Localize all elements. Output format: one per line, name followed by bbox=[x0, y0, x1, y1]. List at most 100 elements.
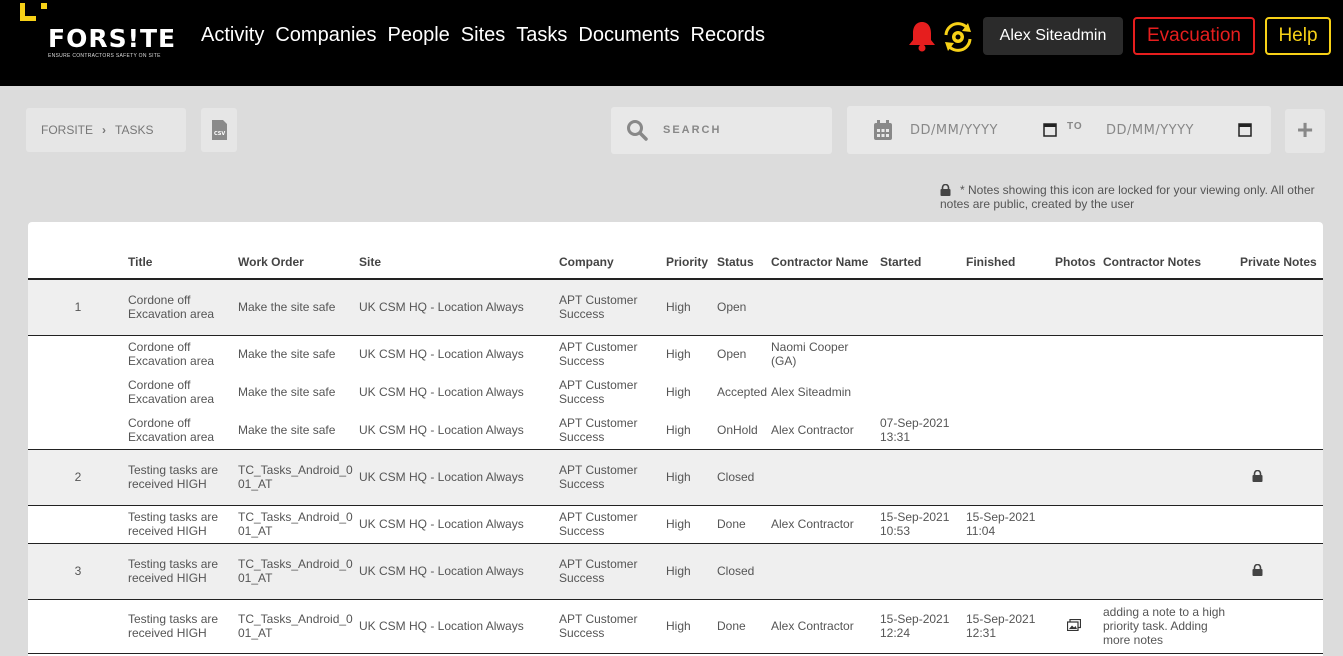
column-header-work-order[interactable]: Work Order bbox=[238, 222, 359, 280]
cell-contractor bbox=[771, 279, 880, 335]
cell-finished: 15-Sep-2021 11:04 bbox=[966, 505, 1055, 543]
column-header-title[interactable]: Title bbox=[128, 222, 238, 280]
cell-private-notes bbox=[1240, 543, 1323, 599]
column-header-photos[interactable]: Photos bbox=[1055, 222, 1103, 280]
cell-company: APT Customer Success bbox=[559, 505, 666, 543]
user-menu-button[interactable]: Alex Siteadmin bbox=[983, 17, 1123, 55]
column-header-priority[interactable]: Priority bbox=[666, 222, 717, 280]
task-history-row[interactable]: Cordone off Excavation area Make the site… bbox=[28, 335, 1323, 373]
search-input[interactable]: SEARCH bbox=[611, 107, 832, 154]
column-header-site[interactable]: Site bbox=[359, 222, 559, 280]
cell-company: APT Customer Success bbox=[559, 335, 666, 373]
logo-tagline: ENSURE CONTRACTORS SAFETY ON SITE bbox=[48, 53, 161, 59]
task-row[interactable]: 3 Testing tasks are received HIGH TC_Tasks… bbox=[28, 543, 1323, 599]
cell-photos bbox=[1055, 599, 1103, 653]
cell-work-order: Make the site safe bbox=[238, 373, 359, 411]
task-row[interactable]: 2 Testing tasks are received HIGH TC_Tasks… bbox=[28, 449, 1323, 505]
cell-num bbox=[28, 335, 128, 373]
nav-item-companies[interactable]: Companies bbox=[275, 24, 376, 47]
cell-site: UK CSM HQ - Location Always bbox=[359, 335, 559, 373]
cell-private-notes bbox=[1240, 373, 1323, 411]
nav-item-sites[interactable]: Sites bbox=[461, 24, 505, 47]
cell-status: Done bbox=[717, 599, 771, 653]
cell-private-notes bbox=[1240, 279, 1323, 335]
cell-priority: High bbox=[666, 599, 717, 653]
cell-notes bbox=[1103, 543, 1240, 599]
cell-finished bbox=[966, 449, 1055, 505]
cell-private-notes bbox=[1240, 449, 1323, 505]
cell-num: 3 bbox=[28, 543, 128, 599]
cell-work-order: TC_Tasks_Android_001_AT bbox=[238, 543, 359, 599]
cell-status: Accepted bbox=[717, 373, 771, 411]
cell-num: 1 bbox=[28, 279, 128, 335]
cell-site: UK CSM HQ - Location Always bbox=[359, 599, 559, 653]
forsite-logo[interactable]: FORS!TE ENSURE CONTRACTORS SAFETY ON SIT… bbox=[20, 3, 180, 63]
bell-icon[interactable] bbox=[907, 20, 937, 52]
cell-started bbox=[880, 279, 966, 335]
column-header-started[interactable]: Started bbox=[880, 222, 966, 280]
cell-notes bbox=[1103, 505, 1240, 543]
cell-num bbox=[28, 599, 128, 653]
cell-work-order: TC_Tasks_Android_001_AT bbox=[238, 449, 359, 505]
cell-contractor: Alex Contractor bbox=[771, 599, 880, 653]
cell-site: UK CSM HQ - Location Always bbox=[359, 411, 559, 449]
cell-started: 07-Sep-2021 13:31 bbox=[880, 411, 966, 449]
cell-site: UK CSM HQ - Location Always bbox=[359, 449, 559, 505]
cell-photos bbox=[1055, 335, 1103, 373]
task-row[interactable]: 1 Cordone off Excavation area Make the sit… bbox=[28, 279, 1323, 335]
task-history-row[interactable]: Testing tasks are received HIGH TC_Tasks_… bbox=[28, 505, 1323, 543]
cell-priority: High bbox=[666, 373, 717, 411]
notes-info-text: * Notes showing this icon are locked for… bbox=[940, 183, 1315, 211]
nav-item-people[interactable]: People bbox=[388, 24, 450, 47]
column-header-contractor-notes[interactable]: Contractor Notes bbox=[1103, 222, 1240, 280]
column-header-contractor-name[interactable]: Contractor Name bbox=[771, 222, 880, 280]
nav-item-activity[interactable]: Activity bbox=[201, 24, 264, 47]
cell-priority: High bbox=[666, 335, 717, 373]
nav-item-tasks[interactable]: Tasks bbox=[516, 24, 567, 47]
main-nav: Activity Companies People Sites Tasks Documen… bbox=[201, 24, 776, 47]
cell-site: UK CSM HQ - Location Always bbox=[359, 279, 559, 335]
column-header-status[interactable]: Status bbox=[717, 222, 771, 280]
column-header-private-notes[interactable]: Private Notes bbox=[1240, 222, 1323, 280]
cell-notes bbox=[1103, 411, 1240, 449]
cell-photos bbox=[1055, 543, 1103, 599]
task-history-row[interactable]: Cordone off Excavation area Make the site… bbox=[28, 373, 1323, 411]
evacuation-button[interactable]: Evacuation bbox=[1133, 17, 1255, 55]
column-header-finished[interactable]: Finished bbox=[966, 222, 1055, 280]
cell-notes bbox=[1103, 279, 1240, 335]
date-from-calendar-icon bbox=[1043, 123, 1057, 137]
date-range-filter: DD/MM/YYYY TO DD/MM/YYYY bbox=[847, 106, 1271, 154]
logo-bracket-mark bbox=[20, 3, 36, 21]
cell-finished bbox=[966, 335, 1055, 373]
photo-icon[interactable] bbox=[1066, 618, 1082, 631]
lock-icon bbox=[940, 184, 951, 196]
help-button[interactable]: Help bbox=[1265, 17, 1331, 55]
cell-finished bbox=[966, 279, 1055, 335]
date-to-calendar-icon bbox=[1238, 123, 1252, 137]
sync-gear-icon[interactable] bbox=[941, 20, 975, 54]
add-task-button[interactable]: + bbox=[1285, 109, 1325, 153]
cell-finished bbox=[966, 373, 1055, 411]
csv-export-button[interactable]: CSV bbox=[201, 108, 237, 152]
cell-status: OnHold bbox=[717, 411, 771, 449]
cell-notes bbox=[1103, 449, 1240, 505]
cell-priority: High bbox=[666, 543, 717, 599]
date-from-field[interactable]: DD/MM/YYYY bbox=[910, 123, 998, 138]
nav-item-records[interactable]: Records bbox=[691, 24, 765, 47]
cell-started: 15-Sep-2021 12:24 bbox=[880, 599, 966, 653]
nav-item-documents[interactable]: Documents bbox=[578, 24, 679, 47]
cell-title: Cordone off Excavation area bbox=[128, 411, 238, 449]
column-header-company[interactable]: Company bbox=[559, 222, 666, 280]
date-to-field[interactable]: DD/MM/YYYY bbox=[1106, 123, 1194, 138]
breadcrumb-root[interactable]: FORSITE bbox=[41, 123, 93, 137]
table-header-row: Title Work Order Site Company Priority Status… bbox=[28, 222, 1323, 280]
lock-icon bbox=[1252, 563, 1263, 576]
cell-status: Done bbox=[717, 505, 771, 543]
cell-company: APT Customer Success bbox=[559, 599, 666, 653]
task-history-row[interactable]: Cordone off Excavation area Make the site… bbox=[28, 411, 1323, 449]
cell-finished bbox=[966, 543, 1055, 599]
logo-wordmark: FORS!TE bbox=[48, 24, 177, 53]
calendar-icon bbox=[874, 120, 892, 140]
cell-contractor: Alex Contractor bbox=[771, 411, 880, 449]
task-history-row[interactable]: Testing tasks are received HIGH TC_Tasks_… bbox=[28, 599, 1323, 653]
